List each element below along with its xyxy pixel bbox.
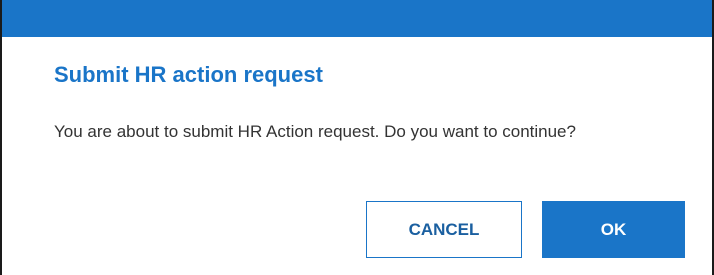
confirm-dialog: Submit HR action request You are about t… (0, 0, 714, 275)
ok-button[interactable]: OK (542, 201, 685, 258)
dialog-message: You are about to submit HR Action reques… (54, 122, 576, 141)
cancel-button[interactable]: CANCEL (366, 201, 522, 258)
dialog-header-bar (2, 0, 712, 37)
dialog-title: Submit HR action request (54, 62, 323, 87)
